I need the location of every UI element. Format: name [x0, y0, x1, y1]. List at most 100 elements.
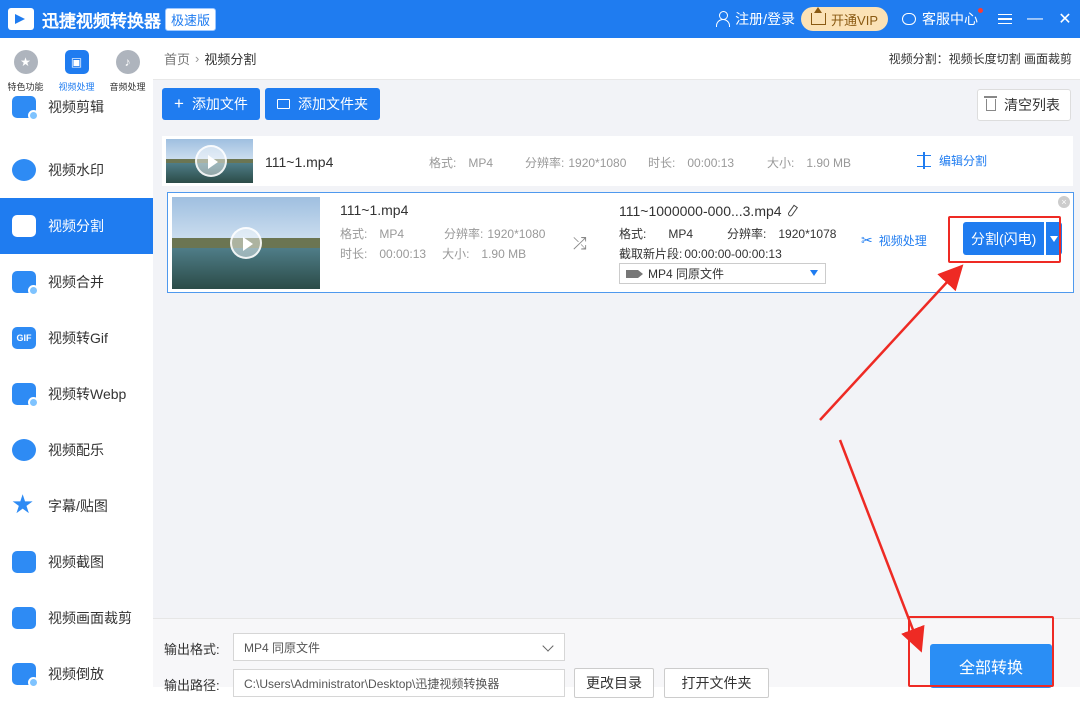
edit-split-icon — [917, 151, 931, 169]
notification-dot — [978, 8, 983, 13]
sidebar-item-label: 视频截图 — [48, 554, 104, 570]
main-panel: 首页 › 视频分割 视频分割：视频长度切割 画面裁剪 + 添加文件 添加文件夹 … — [153, 38, 1080, 698]
dropdown-arrow-icon — [810, 270, 818, 276]
app-title: 迅捷视频转换器 — [42, 11, 161, 31]
reverse-icon — [12, 663, 39, 688]
sidebar-item-label: 视频转Gif — [48, 330, 108, 346]
video-edit-icon — [12, 96, 39, 121]
sidebar-item-label: 视频分割 — [48, 218, 104, 234]
split-thumbnail[interactable] — [172, 197, 320, 289]
breadcrumb-current: 视频分割 — [204, 52, 257, 67]
music-icon: ♪ — [115, 50, 140, 74]
sidebar-item-subtitle[interactable]: 字幕/贴图 — [0, 478, 153, 534]
close-icon[interactable]: ✕ — [1050, 0, 1080, 38]
sidebar-item-video-edit[interactable]: 视频剪辑 — [0, 86, 153, 128]
output-format-dropdown-value: MP4 同原文件 — [244, 640, 321, 655]
sidebar-item-watermark[interactable]: 视频水印 — [0, 142, 153, 198]
output-file-name[interactable]: 111~1000000-000...3.mp4 — [619, 203, 798, 219]
output-format-select[interactable]: MP4 同原文件 — [619, 263, 826, 284]
vip-label: 开通VIP — [831, 12, 878, 28]
subtitle-star-icon — [11, 489, 36, 520]
crown-icon — [811, 7, 827, 25]
sidebar-item-label: 视频水印 — [48, 162, 104, 178]
sidebar-item-label: 视频倒放 — [48, 666, 104, 682]
sidebar-item-split[interactable]: 视频分割 — [0, 198, 153, 254]
sidebar-item-reverse[interactable]: 视频倒放 — [0, 646, 153, 702]
edit-split-label: 编辑分割 — [939, 154, 988, 168]
annotation-box-convert — [908, 616, 1054, 687]
edition-badge: 极速版 — [165, 7, 217, 31]
sidebar-item-label: 视频画面裁剪 — [48, 610, 132, 626]
feature-description: 视频分割：视频长度切割 画面裁剪 — [888, 52, 1072, 66]
chat-icon — [902, 13, 916, 25]
file-format: 格式: MP4 — [429, 156, 494, 170]
login-label: 注册/登录 — [735, 11, 796, 27]
screenshot-icon — [12, 551, 36, 573]
sidebar-item-crop[interactable]: 视频画面裁剪 — [0, 590, 153, 646]
source-duration-line: 时长: 00:00:13 大小: 1.90 MB — [340, 247, 527, 261]
video-thumbnail[interactable] — [166, 139, 253, 183]
clear-list-label: 清空列表 — [1004, 97, 1060, 113]
music-play-icon — [12, 439, 36, 461]
clear-list-button[interactable]: 清空列表 — [977, 89, 1071, 121]
video-process-link[interactable]: ✂ 视频处理 — [861, 232, 927, 249]
file-duration: 时长: 00:00:13 — [648, 156, 735, 170]
film-icon: ▣ — [64, 50, 89, 74]
add-folder-button[interactable]: 添加文件夹 — [265, 88, 380, 120]
play-icon[interactable] — [230, 227, 262, 259]
sidebar-item-label: 视频转Webp — [48, 386, 127, 402]
open-folder-button[interactable]: 打开文件夹 — [664, 668, 769, 698]
sidebar-item-merge[interactable]: 视频合并 — [0, 254, 153, 310]
file-resolution: 分辨率: 1920*1080 — [525, 156, 627, 170]
source-format-line: 格式: MP4 分辨率: 1920*1080 — [340, 227, 546, 241]
change-directory-button[interactable]: 更改目录 — [574, 668, 654, 698]
file-list-item[interactable]: 111~1.mp4 格式: MP4 分辨率: 1920*1080 时长: 00:00:… — [162, 136, 1073, 186]
app-logo-icon — [8, 8, 34, 30]
sidebar-item-screenshot[interactable]: 视频截图 — [0, 534, 153, 590]
plus-icon: + — [174, 94, 184, 113]
sidebar-item-to-webp[interactable]: 视频转Webp — [0, 366, 153, 422]
edit-split-link[interactable]: 编辑分割 — [917, 151, 988, 169]
output-path-label: 输出路径: — [164, 678, 220, 693]
chevron-down-icon — [542, 640, 554, 652]
sidebar-item-to-gif[interactable]: GIF 视频转Gif — [0, 310, 153, 366]
add-file-label: 添加文件 — [191, 96, 248, 112]
crop-icon — [12, 607, 36, 629]
title-bar: 迅捷视频转换器 极速版 注册/登录 开通VIP 客服中心 — ✕ — [0, 0, 1080, 38]
play-icon[interactable] — [195, 145, 227, 177]
breadcrumb-home[interactable]: 首页 — [164, 49, 190, 68]
login-link[interactable]: 注册/登录 — [716, 9, 795, 29]
minimize-icon[interactable]: — — [1020, 0, 1050, 38]
service-label: 客服中心 — [922, 11, 978, 27]
output-format-label: 输出格式: — [164, 642, 220, 657]
video-process-label: 视频处理 — [878, 234, 927, 248]
user-icon — [716, 11, 731, 27]
sidebar: 视频剪辑 视频水印 视频分割 视频合并 GIF 视频转Gif 视频转Webp 视… — [0, 96, 153, 688]
menu-icon[interactable] — [990, 0, 1020, 38]
output-path-value: C:\Users\Administrator\Desktop\迅捷视频转换器 — [244, 676, 500, 691]
shuffle-icon: ⤮ — [573, 234, 587, 253]
merge-icon — [12, 271, 39, 296]
remove-task-icon[interactable]: × — [1058, 196, 1070, 208]
segment-line: 截取新片段: 00:00:00-00:00:13 — [619, 247, 782, 261]
customer-service-link[interactable]: 客服中心 — [902, 8, 983, 29]
video-camera-icon — [626, 269, 643, 278]
vip-button[interactable]: 开通VIP — [801, 7, 888, 31]
webp-icon — [12, 383, 39, 408]
output-path-input[interactable]: C:\Users\Administrator\Desktop\迅捷视频转换器 — [233, 669, 565, 697]
breadcrumb-separator: › — [195, 51, 200, 66]
sidebar-item-music[interactable]: 视频配乐 — [0, 422, 153, 478]
watermark-icon — [12, 159, 36, 181]
output-format-dropdown[interactable]: MP4 同原文件 — [233, 633, 565, 661]
pencil-icon[interactable] — [786, 204, 798, 218]
scissors-icon: ✂ — [861, 232, 873, 248]
split-icon — [12, 215, 36, 237]
file-size: 大小: 1.90 MB — [767, 156, 852, 170]
folder-icon — [277, 99, 290, 109]
source-file-name: 111~1.mp4 — [340, 202, 409, 218]
add-file-button[interactable]: + 添加文件 — [162, 88, 260, 120]
sidebar-item-label: 视频合并 — [48, 274, 104, 290]
sidebar-item-label: 视频配乐 — [48, 442, 104, 458]
trash-icon — [984, 96, 997, 111]
output-format-value: MP4 同原文件 — [648, 267, 725, 281]
